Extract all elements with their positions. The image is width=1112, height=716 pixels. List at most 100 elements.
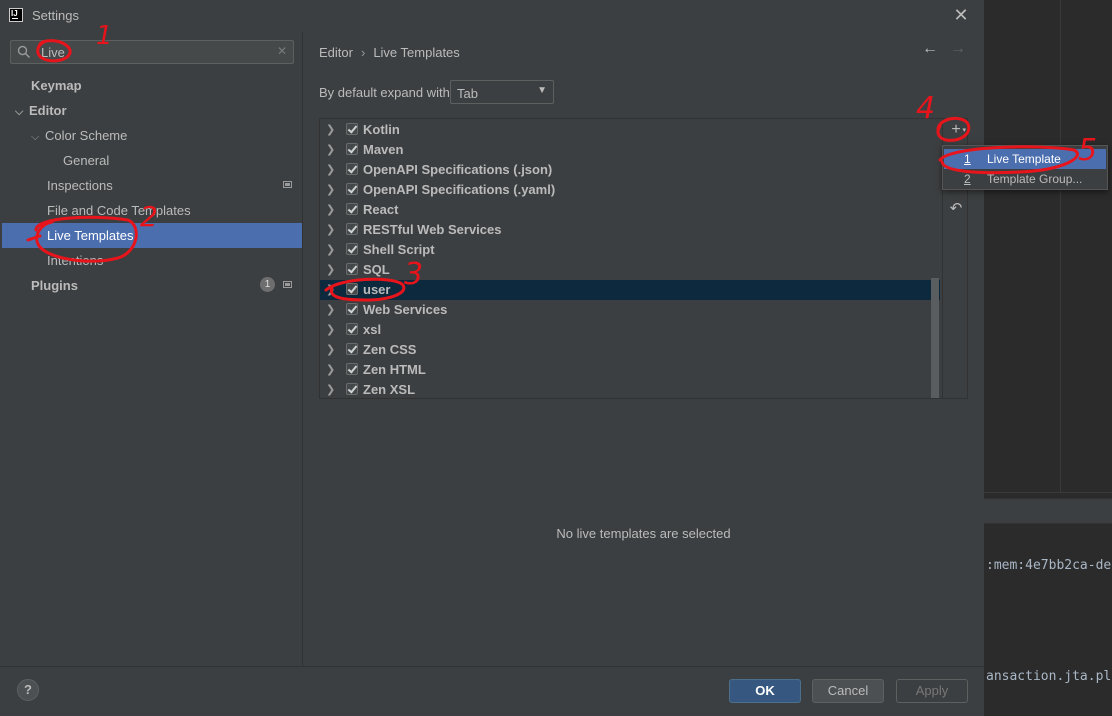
- sidebar-item-live-templates[interactable]: Live Templates: [47, 223, 133, 248]
- list-item[interactable]: ❯ Maven: [320, 140, 940, 160]
- checkbox[interactable]: [346, 283, 358, 295]
- sidebar-item-label: Live Templates: [47, 228, 134, 243]
- back-arrow-icon[interactable]: ←: [920, 40, 940, 60]
- close-icon[interactable]: ✕: [950, 4, 972, 26]
- checkbox[interactable]: [346, 123, 358, 135]
- sidebar-item-intentions[interactable]: Intentions: [47, 248, 103, 273]
- list-item[interactable]: ❯ OpenAPI Specifications (.json): [320, 160, 940, 180]
- chevron-right-icon[interactable]: ❯: [326, 180, 335, 200]
- window-title: Settings: [32, 8, 79, 23]
- chevron-down-icon[interactable]: ⌵: [15, 100, 29, 125]
- chevron-right-icon[interactable]: ❯: [326, 200, 335, 220]
- checkbox[interactable]: [346, 343, 358, 355]
- search-input[interactable]: Live ✕: [10, 40, 294, 64]
- menu-item-mnemonic: 2: [964, 172, 971, 186]
- list-item[interactable]: ❯ Kotlin: [320, 120, 940, 140]
- list-item[interactable]: ❯ Zen CSS: [320, 340, 940, 360]
- chevron-right-icon[interactable]: ❯: [326, 120, 335, 140]
- checkbox[interactable]: [346, 243, 358, 255]
- menu-item-template-group[interactable]: 2 Template Group...: [944, 169, 1106, 189]
- breadcrumb-live-templates: Live Templates: [373, 45, 460, 60]
- list-item[interactable]: ❯ Zen XSL: [320, 380, 940, 398]
- live-templates-panel: Editor › Live Templates ← → By default exp…: [303, 32, 984, 666]
- list-item[interactable]: ❯ React: [320, 200, 940, 220]
- editor-divider: [1060, 0, 1061, 492]
- checkbox[interactable]: [346, 183, 358, 195]
- chevron-right-icon[interactable]: ❯: [326, 380, 335, 398]
- sidebar-item-label: Keymap: [31, 78, 82, 93]
- expand-with-select[interactable]: Tab ▼: [450, 80, 554, 104]
- breadcrumb-editor[interactable]: Editor: [319, 45, 353, 60]
- chevron-right-icon[interactable]: ❯: [326, 220, 335, 240]
- checkbox[interactable]: [346, 163, 358, 175]
- intellij-app-icon: IJ: [9, 8, 23, 22]
- chevron-right-icon[interactable]: ❯: [326, 140, 335, 160]
- checkbox[interactable]: [346, 143, 358, 155]
- background-editor: :mem:4e7bb2ca-de ansaction.jta.pl: [984, 0, 1112, 716]
- apply-button[interactable]: Apply: [896, 679, 968, 703]
- group-label: Web Services: [363, 302, 448, 317]
- chevron-right-icon[interactable]: ❯: [326, 340, 335, 360]
- project-scope-icon: [283, 181, 292, 188]
- menu-item-live-template[interactable]: 1 Live Template: [944, 149, 1106, 169]
- editor-panel-header: [984, 498, 1112, 524]
- list-item[interactable]: ❯ Web Services: [320, 300, 940, 320]
- sidebar-item-color-scheme[interactable]: ⌵ Color Scheme: [31, 123, 127, 148]
- chevron-right-icon[interactable]: ❯: [326, 280, 335, 300]
- restore-icon[interactable]: ↶: [948, 200, 964, 218]
- sidebar-item-general[interactable]: General: [63, 148, 109, 173]
- sidebar-item-file-and-code-templates[interactable]: File and Code Templates: [47, 198, 191, 223]
- group-label: RESTful Web Services: [363, 222, 502, 237]
- background-code-line: ansaction.jta.pl: [986, 669, 1112, 684]
- checkbox[interactable]: [346, 223, 358, 235]
- template-groups-list: ❯ Kotlin ❯ Maven ❯ OpenAPI Specifications (…: [319, 118, 943, 399]
- group-label: OpenAPI Specifications (.yaml): [363, 182, 556, 197]
- list-item[interactable]: ❯ OpenAPI Specifications (.yaml): [320, 180, 940, 200]
- clear-search-icon[interactable]: ✕: [277, 44, 287, 58]
- list-item-selected[interactable]: ❯ user: [320, 280, 940, 300]
- list-item[interactable]: ❯ RESTful Web Services: [320, 220, 940, 240]
- group-label: OpenAPI Specifications (.json): [363, 162, 553, 177]
- sidebar-item-label: Plugins: [31, 278, 78, 293]
- list-item[interactable]: ❯ Shell Script: [320, 240, 940, 260]
- title-bar: IJ Settings ✕: [0, 0, 984, 32]
- sidebar-item-editor[interactable]: ⌵ Editor: [15, 98, 67, 123]
- cancel-button[interactable]: Cancel: [812, 679, 884, 703]
- menu-item-mnemonic: 1: [964, 152, 971, 166]
- list-item[interactable]: ❯ xsl: [320, 320, 940, 340]
- checkbox[interactable]: [346, 303, 358, 315]
- empty-state-message: No live templates are selected: [556, 526, 731, 541]
- chevron-right-icon[interactable]: ❯: [326, 300, 335, 320]
- add-icon[interactable]: + ▾: [948, 121, 966, 139]
- chevron-right-icon[interactable]: ❯: [326, 360, 335, 380]
- checkbox[interactable]: [346, 203, 358, 215]
- ok-button[interactable]: OK: [729, 679, 801, 703]
- chevron-right-icon[interactable]: ❯: [326, 240, 335, 260]
- settings-sidebar: Live ✕ Keymap ⌵ Editor ⌵ Color Scheme Gene…: [0, 32, 302, 666]
- chevron-right-icon[interactable]: ❯: [326, 160, 335, 180]
- plugins-update-badge: 1: [260, 277, 275, 292]
- sidebar-item-inspections[interactable]: Inspections: [47, 173, 113, 198]
- checkbox[interactable]: [346, 383, 358, 395]
- group-label: SQL: [363, 262, 390, 277]
- group-label: Zen CSS: [363, 342, 417, 357]
- help-button[interactable]: ?: [17, 679, 39, 701]
- sidebar-item-keymap[interactable]: Keymap: [31, 73, 82, 98]
- chevron-right-icon[interactable]: ❯: [326, 260, 335, 280]
- add-popup-menu: 1 Live Template 2 Template Group...: [942, 145, 1108, 190]
- sidebar-item-label: File and Code Templates: [47, 203, 191, 218]
- checkbox[interactable]: [346, 363, 358, 375]
- checkbox[interactable]: [346, 263, 358, 275]
- list-item[interactable]: ❯ Zen HTML: [320, 360, 940, 380]
- group-label: Shell Script: [363, 242, 435, 257]
- checkbox[interactable]: [346, 323, 358, 335]
- chevron-down-icon[interactable]: ⌵: [31, 125, 45, 150]
- menu-item-label: Template Group...: [987, 172, 1083, 186]
- sidebar-item-plugins[interactable]: Plugins: [31, 273, 78, 298]
- group-label: Zen HTML: [363, 362, 426, 377]
- list-scrollbar[interactable]: [931, 278, 939, 398]
- forward-arrow-icon[interactable]: →: [948, 40, 968, 60]
- settings-dialog: IJ Settings ✕ Live ✕ Keymap ⌵ Editor ⌵ Col…: [0, 0, 984, 716]
- list-item[interactable]: ❯ SQL: [320, 260, 940, 280]
- chevron-right-icon[interactable]: ❯: [326, 320, 335, 340]
